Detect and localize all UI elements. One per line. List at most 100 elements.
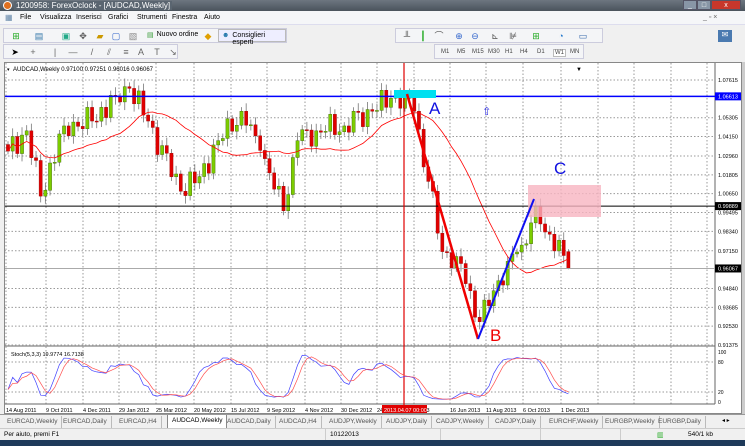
tab-scroll-arrows[interactable]: ◂ ▸ [722, 417, 730, 424]
candle-bear [230, 118, 234, 132]
zoom-out-icon[interactable]: ⊖ [470, 31, 480, 41]
tab-audcad-h4[interactable]: AUDCAD,H4 [275, 416, 322, 428]
menu-tools[interactable]: Strumenti [137, 14, 167, 21]
tab-eurcad-h4[interactable]: EURCAD,H4 [115, 416, 162, 428]
tab-audcad-weekly[interactable]: AUDCAD,Weekly [167, 415, 228, 429]
timeframe-m1[interactable]: M1 [441, 49, 449, 55]
candle-bear [38, 160, 43, 197]
close-button[interactable]: x [711, 0, 741, 10]
child-window-controls[interactable]: _ ▫ × [703, 14, 717, 21]
trendline-icon[interactable]: / [87, 47, 97, 57]
new-chart-icon[interactable]: ⊞ [11, 31, 21, 41]
up-arrow-icon[interactable]: ⇧ [482, 105, 491, 118]
candle-bear [319, 130, 323, 133]
rectangle-pink-zone[interactable] [528, 185, 601, 217]
trendline-b-c[interactable] [477, 198, 535, 340]
rectangle-cyan[interactable] [394, 90, 436, 98]
minimize-button[interactable]: _ [683, 0, 697, 10]
label-c[interactable]: C [554, 159, 566, 178]
candle-bear [272, 172, 276, 190]
timeframe-m5[interactable]: M5 [457, 49, 465, 55]
navigator-icon[interactable]: ▰ [95, 31, 105, 41]
candle-bear [361, 112, 365, 127]
candle-bull [515, 251, 519, 255]
candle-bear [90, 107, 94, 122]
timeframe-m15[interactable]: M15 [472, 49, 484, 55]
chart-window[interactable]: A B C ⇧ AUDCAD,Weekly 0.97100 0.97251 0.… [4, 62, 742, 414]
chart-canvas[interactable]: A B C ⇧ AUDCAD,Weekly 0.97100 0.97251 0.… [4, 62, 742, 414]
label-a[interactable]: A [429, 99, 441, 118]
indicators-icon[interactable]: ⊞ [531, 31, 541, 41]
periods-icon[interactable]: ◔ [556, 31, 566, 41]
menu-insert[interactable]: Inserisci [76, 14, 102, 21]
timeframe-w1[interactable]: W1 [553, 49, 566, 57]
market-watch-icon[interactable]: ▣ [61, 31, 71, 41]
candle-bull [291, 157, 295, 195]
arrows-icon[interactable]: ↘ [168, 47, 178, 57]
menu-charts[interactable]: Grafici [108, 14, 128, 21]
tab-audjpy-daily[interactable]: AUDJPY,Daily [382, 416, 433, 428]
autotrading-warning-icon[interactable]: ◆ [203, 31, 213, 41]
expert-advisors-button[interactable]: ☻ Consiglieri esperti [218, 29, 286, 46]
collapse-triangle-icon[interactable]: ▾ [7, 67, 10, 73]
maximize-button[interactable]: □ [697, 0, 711, 10]
chart-shift-marker-icon[interactable]: ▼ [576, 67, 582, 73]
tab-audcad-daily[interactable]: AUDCAD,Daily [223, 416, 276, 428]
candle-bear [384, 90, 389, 108]
price-axis-label: 1.04150 [718, 135, 738, 141]
timeframe-mn[interactable]: MN [570, 49, 579, 55]
candle-bear [94, 120, 99, 123]
menu-window[interactable]: Finestra [172, 14, 197, 21]
horizontal-line-icon[interactable]: — [68, 47, 78, 57]
new-order-button[interactable]: ▤ Nuovo ordine [144, 30, 201, 42]
trendline-a-b[interactable] [405, 93, 480, 340]
line-chart-icon[interactable]: ⌒ [434, 31, 444, 41]
label-b[interactable]: B [490, 326, 501, 345]
tab-eurcad-weekly[interactable]: EURCAD,Weekly [3, 416, 63, 428]
tab-eurgbp-daily[interactable]: EURGBP,Daily [654, 416, 706, 428]
candle-bull [122, 86, 127, 103]
terminal-icon[interactable]: ▢ [111, 31, 121, 41]
chat-icon[interactable]: ✉ [718, 30, 732, 42]
crosshair-nav-icon[interactable]: ✥ [78, 31, 88, 41]
tester-icon[interactable]: ▧ [128, 31, 138, 41]
templates-icon[interactable]: ▭ [578, 31, 588, 41]
connection-icon: ▥ [657, 432, 664, 439]
candle-bear [80, 126, 85, 129]
zoom-in-icon[interactable]: ⊕ [454, 31, 464, 41]
tab-cadjpy-weekly[interactable]: CADJPY,Weekly [432, 416, 489, 428]
cursor-icon[interactable]: ➤ [10, 47, 20, 57]
document-icon: ▦ [5, 13, 13, 22]
vertical-line-icon[interactable]: | [50, 47, 60, 57]
text-icon[interactable]: A [136, 47, 146, 57]
tab-cadjpy-daily[interactable]: CADJPY,Daily [491, 416, 542, 428]
bar-chart-icon[interactable]: ╨ [402, 31, 412, 41]
channel-icon[interactable]: ⫽ [104, 47, 114, 57]
tab-audjpy-weekly[interactable]: AUDJPY,Weekly [325, 416, 382, 428]
menu-view[interactable]: Visualizza [40, 14, 71, 21]
timeframe-h1[interactable]: H1 [505, 49, 513, 55]
text-label-icon[interactable]: T [152, 47, 162, 57]
tab-eurcad-daily[interactable]: EURCAD,Daily [59, 416, 112, 428]
candle-bear [34, 157, 38, 161]
candle-bull [57, 133, 62, 163]
fibonacci-icon[interactable]: ≡ [121, 47, 131, 57]
crosshair-icon[interactable]: + [28, 47, 38, 57]
timeframe-d1[interactable]: D1 [537, 49, 545, 55]
tab-eurgbp-weekly[interactable]: EURGBP,Weekly [601, 416, 660, 428]
menu-file[interactable]: File [20, 14, 31, 21]
chart-shift-icon[interactable]: ⊯ [508, 31, 518, 41]
price-axis-label: 0.94840 [718, 286, 738, 292]
tab-eurchf-weekly[interactable]: EURCHF,Weekly [545, 416, 604, 428]
autoscroll-icon[interactable]: ⊾ [490, 31, 500, 41]
menu-help[interactable]: Aiuto [204, 14, 220, 21]
candlestick-icon[interactable]: ┃ [418, 31, 428, 41]
candle-bull [286, 194, 291, 212]
timeframe-h4[interactable]: H4 [520, 49, 528, 55]
price-axis-label: 1.01805 [718, 173, 738, 179]
candle-bull [295, 140, 300, 158]
timeframe-m30[interactable]: M30 [488, 49, 500, 55]
profiles-icon[interactable]: ▤ [34, 31, 44, 41]
candle-bull [524, 243, 529, 246]
candle-bear [244, 111, 248, 126]
